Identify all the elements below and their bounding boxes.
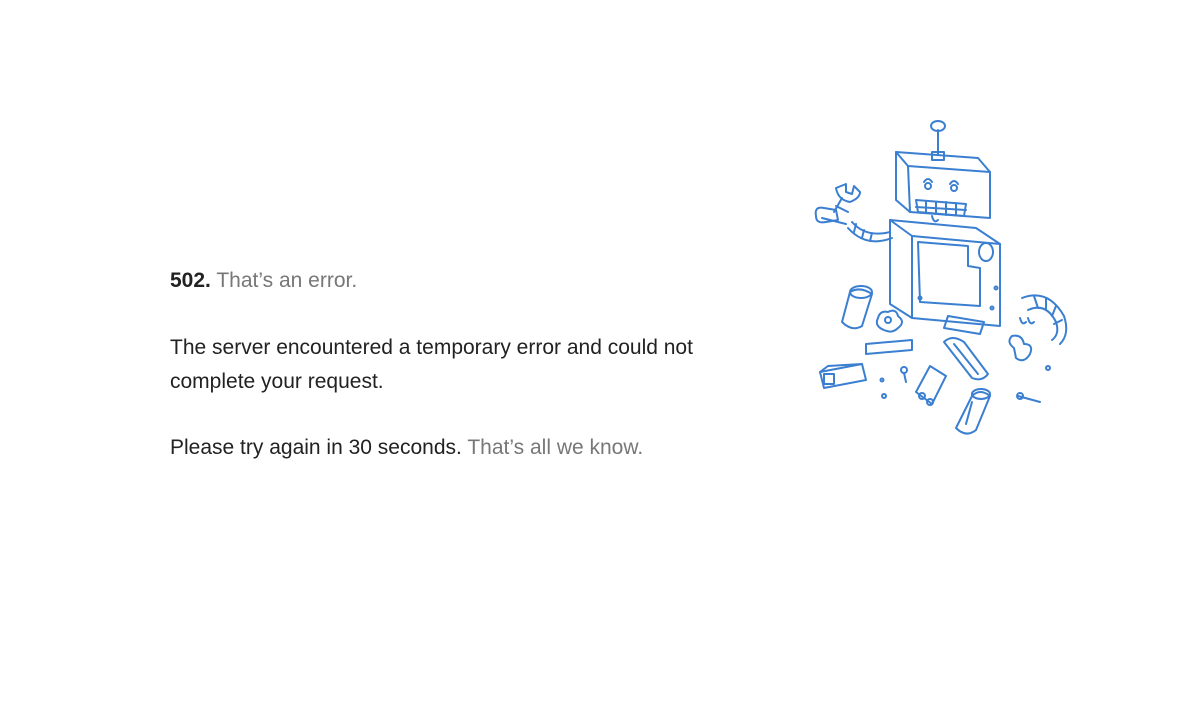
error-message-block: 502. That’s an error. The server encount… <box>170 264 770 465</box>
error-headline: That’s an error. <box>216 269 358 292</box>
error-heading: 502. That’s an error. <box>170 264 770 298</box>
retry-text: Please try again in 30 seconds. <box>170 436 462 459</box>
broken-robot-icon <box>808 112 1078 442</box>
error-description: The server encountered a temporary error… <box>170 336 693 393</box>
retry-line: Please try again in 30 seconds. That’s a… <box>170 431 770 465</box>
footnote-text: That’s all we know. <box>467 436 644 459</box>
error-code: 502. <box>170 269 211 292</box>
